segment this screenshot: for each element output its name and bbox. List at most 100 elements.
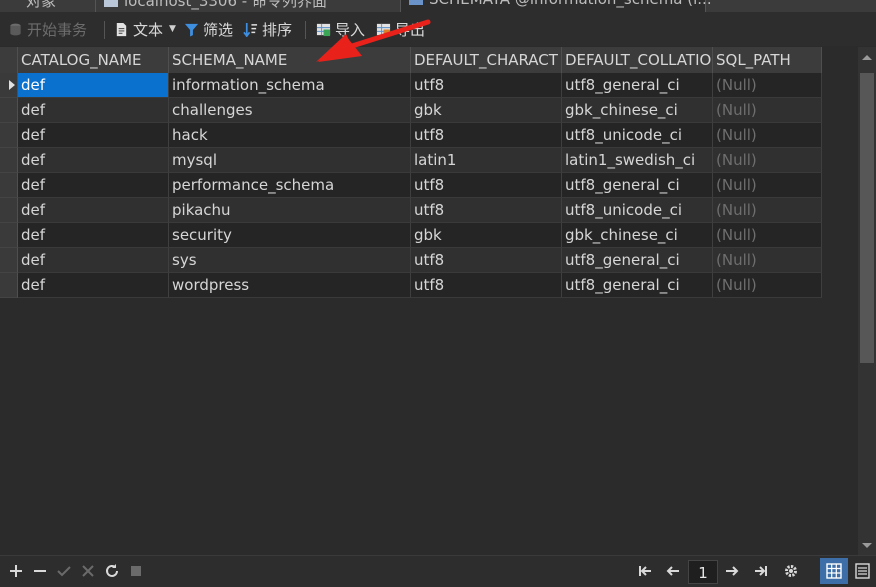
column-header[interactable]: DEFAULT_CHARACT	[411, 47, 562, 73]
table-row[interactable]: def pikachu utf8 utf8_unicode_ci (Null)	[0, 198, 822, 223]
page-number-field[interactable]: 1	[688, 560, 718, 584]
table-cell[interactable]: utf8	[411, 73, 562, 98]
tab-objects-label: 对象	[26, 0, 57, 10]
scrollbar-thumb[interactable]	[860, 73, 874, 363]
scroll-up-icon[interactable]	[862, 55, 872, 60]
table-cell[interactable]: def	[18, 198, 169, 223]
text-button[interactable]: 文本 ▼	[114, 19, 176, 39]
row-header[interactable]	[0, 98, 18, 123]
table-cell[interactable]: utf8_general_ci	[562, 173, 713, 198]
column-header[interactable]: DEFAULT_COLLATIO	[562, 47, 713, 73]
last-page-button[interactable]	[753, 563, 769, 579]
table-cell[interactable]: (Null)	[713, 273, 822, 298]
table-cell[interactable]: (Null)	[713, 248, 822, 273]
table-cell[interactable]: def	[18, 73, 169, 98]
table-cell[interactable]: utf8_unicode_ci	[562, 123, 713, 148]
table-row[interactable]: def performance_schema utf8 utf8_general…	[0, 173, 822, 198]
apply-changes-button[interactable]	[56, 563, 72, 579]
grid-view-button[interactable]	[820, 558, 848, 584]
table-cell[interactable]: mysql	[169, 148, 411, 173]
table-cell[interactable]: utf8_general_ci	[562, 273, 713, 298]
row-header[interactable]	[0, 273, 18, 298]
column-header[interactable]: CATALOG_NAME	[18, 47, 169, 73]
table-cell[interactable]: def	[18, 98, 169, 123]
row-header[interactable]	[0, 73, 18, 98]
table-row[interactable]: def hack utf8 utf8_unicode_ci (Null)	[0, 123, 822, 148]
table-cell[interactable]: utf8_general_ci	[562, 73, 713, 98]
form-view-button[interactable]	[848, 558, 876, 584]
table-row[interactable]: def wordpress utf8 utf8_general_ci (Null…	[0, 273, 822, 298]
import-button[interactable]: 导入	[316, 19, 365, 39]
table-cell[interactable]: information_schema	[169, 73, 411, 98]
stop-button[interactable]	[128, 563, 144, 579]
begin-transaction-button[interactable]: 开始事务	[8, 19, 87, 39]
table-row[interactable]: def challenges gbk gbk_chinese_ci (Null)	[0, 98, 822, 123]
table-cell[interactable]: hack	[169, 123, 411, 148]
table-cell[interactable]: utf8_unicode_ci	[562, 198, 713, 223]
table-row[interactable]: def mysql latin1 latin1_swedish_ci (Null…	[0, 148, 822, 173]
column-header[interactable]: SQL_PATH	[713, 47, 822, 73]
table-row[interactable]: def information_schema utf8 utf8_general…	[0, 73, 822, 98]
vertical-scrollbar[interactable]	[858, 47, 876, 555]
table-cell[interactable]: (Null)	[713, 173, 822, 198]
table-cell[interactable]: utf8	[411, 173, 562, 198]
sort-button[interactable]: 排序	[243, 19, 292, 39]
row-header[interactable]	[0, 173, 18, 198]
row-header[interactable]	[0, 248, 18, 273]
table-cell[interactable]: latin1	[411, 148, 562, 173]
row-header[interactable]	[0, 223, 18, 248]
table-cell[interactable]: utf8	[411, 273, 562, 298]
filter-button[interactable]: 筛选	[184, 19, 233, 39]
table-cell[interactable]: utf8_general_ci	[562, 248, 713, 273]
table-cell[interactable]: def	[18, 273, 169, 298]
table-cell[interactable]: gbk	[411, 223, 562, 248]
export-icon	[376, 23, 391, 36]
table-cell[interactable]: latin1_swedish_ci	[562, 148, 713, 173]
column-header[interactable]: SCHEMA_NAME	[169, 47, 411, 73]
table-row[interactable]: def sys utf8 utf8_general_ci (Null)	[0, 248, 822, 273]
row-header[interactable]	[0, 148, 18, 173]
table-cell[interactable]: def	[18, 173, 169, 198]
table-cell[interactable]: gbk	[411, 98, 562, 123]
discard-changes-button[interactable]	[80, 563, 96, 579]
previous-page-button[interactable]	[665, 563, 681, 579]
table-cell[interactable]: performance_schema	[169, 173, 411, 198]
table-cell[interactable]: pikachu	[169, 198, 411, 223]
table-cell[interactable]: def	[18, 248, 169, 273]
row-header[interactable]	[0, 198, 18, 223]
table-cell[interactable]: def	[18, 223, 169, 248]
table-cell[interactable]: utf8	[411, 198, 562, 223]
first-page-icon	[639, 566, 651, 576]
table-cell[interactable]: sys	[169, 248, 411, 273]
scroll-down-icon[interactable]	[862, 543, 872, 548]
table-cell[interactable]: (Null)	[713, 123, 822, 148]
table-cell[interactable]: def	[18, 148, 169, 173]
tab-objects[interactable]: 对象	[18, 0, 88, 12]
table-cell[interactable]: (Null)	[713, 73, 822, 98]
stop-icon	[131, 566, 141, 576]
tab-command-line[interactable]: localhost_3306 - 命令列界面	[95, 0, 395, 12]
row-header[interactable]	[0, 123, 18, 148]
next-page-button[interactable]	[724, 563, 740, 579]
table-cell[interactable]: utf8	[411, 123, 562, 148]
table-cell[interactable]: utf8	[411, 248, 562, 273]
refresh-icon	[106, 564, 118, 577]
table-cell[interactable]: gbk_chinese_ci	[562, 223, 713, 248]
settings-button[interactable]	[783, 563, 799, 579]
table-cell[interactable]: wordpress	[169, 273, 411, 298]
export-button[interactable]: 导出	[376, 19, 425, 39]
table-cell[interactable]: security	[169, 223, 411, 248]
delete-record-button[interactable]	[32, 563, 48, 579]
table-cell[interactable]: def	[18, 123, 169, 148]
table-cell[interactable]: challenges	[169, 98, 411, 123]
first-page-button[interactable]	[637, 563, 653, 579]
table-cell[interactable]: gbk_chinese_ci	[562, 98, 713, 123]
table-row[interactable]: def security gbk gbk_chinese_ci (Null)	[0, 223, 822, 248]
add-record-button[interactable]	[8, 563, 24, 579]
table-cell[interactable]: (Null)	[713, 198, 822, 223]
table-cell[interactable]: (Null)	[713, 98, 822, 123]
table-cell[interactable]: (Null)	[713, 223, 822, 248]
tab-schemata[interactable]: SCHEMATA @information_schema (l...	[400, 0, 712, 12]
table-cell[interactable]: (Null)	[713, 148, 822, 173]
refresh-button[interactable]	[104, 563, 120, 579]
